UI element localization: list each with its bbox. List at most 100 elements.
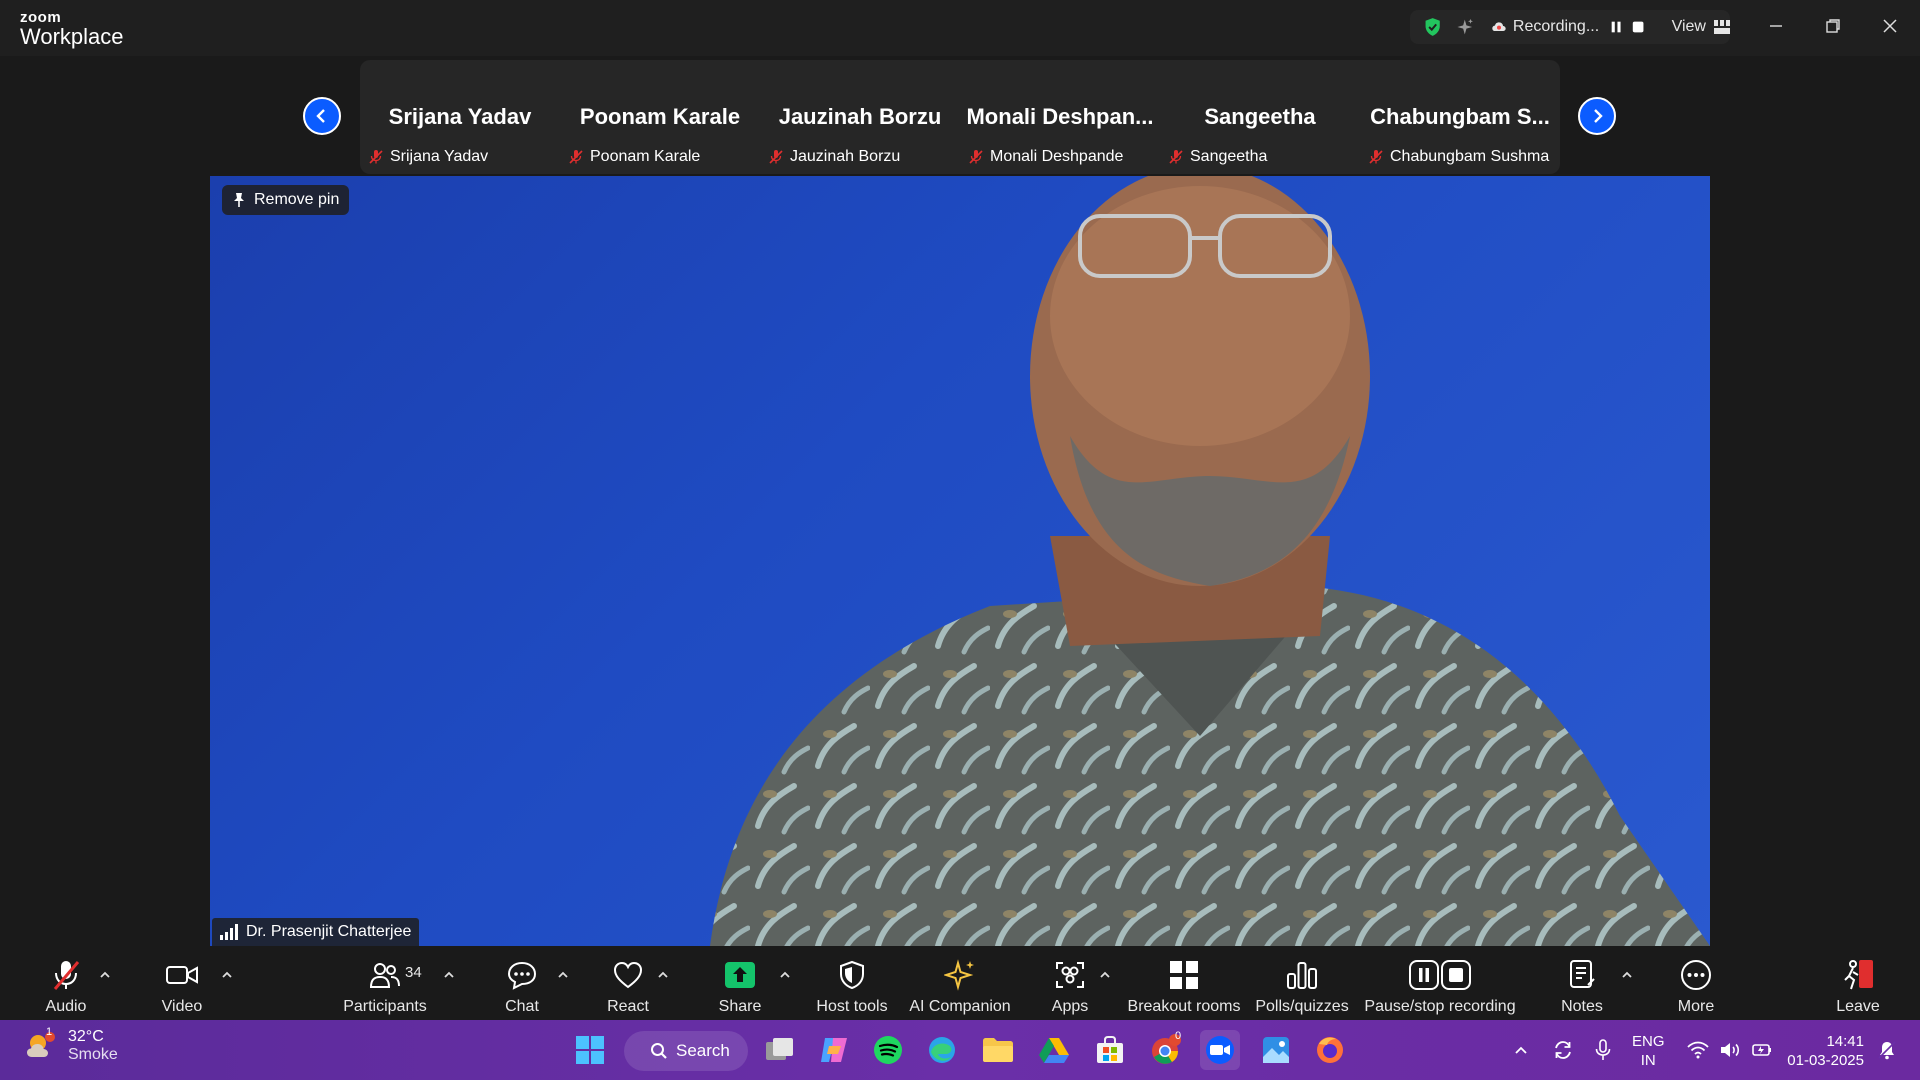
weather-alert-badge: 1 <box>45 1026 53 1038</box>
notification-center-button[interactable] <box>1870 1030 1904 1070</box>
participant-label: Chabungbam Sushma <box>1368 148 1549 166</box>
audio-options-caret-icon[interactable] <box>98 968 112 982</box>
show-hidden-icons-button[interactable] <box>1506 1030 1536 1070</box>
participants-label: Participants <box>343 998 427 1015</box>
taskbar-search[interactable]: Search <box>624 1031 748 1071</box>
task-view-button[interactable] <box>760 1030 800 1070</box>
signal-strength-icon <box>220 924 238 940</box>
file-explorer-app[interactable] <box>978 1030 1018 1070</box>
participant-tile[interactable]: Srijana Yadav Srijana Yadav <box>360 60 560 174</box>
pinned-video[interactable]: Remove pin Dr. Prasenjit Chatterjee <box>210 176 1710 946</box>
video-camera-icon <box>166 966 198 984</box>
notification-bell-icon <box>1878 1041 1896 1060</box>
share-button[interactable]: Share <box>710 946 770 1020</box>
start-button[interactable] <box>570 1030 610 1070</box>
participant-tile[interactable]: Sangeetha Sangeetha <box>1160 60 1360 174</box>
breakout-rooms-button[interactable]: Breakout rooms <box>1126 946 1242 1020</box>
notes-button[interactable]: Notes <box>1552 946 1612 1020</box>
spotify-app[interactable] <box>868 1030 908 1070</box>
chrome-app[interactable]: 0 <box>1146 1030 1186 1070</box>
microsoft-store-app[interactable] <box>1090 1030 1130 1070</box>
pin-icon <box>234 193 244 207</box>
sync-tray-button[interactable] <box>1546 1030 1580 1070</box>
host-tools-label: Host tools <box>816 998 888 1015</box>
zoom-meeting-window: zoom Workplace Recording... View Srijana… <box>0 0 1920 1020</box>
muted-mic-icon <box>569 150 583 164</box>
polls-quizzes-label: Polls/quizzes <box>1255 998 1349 1015</box>
pause-recording-icon[interactable] <box>1609 19 1623 35</box>
muted-mic-icon <box>769 150 783 164</box>
participant-tile[interactable]: Poonam Karale Poonam Karale <box>560 60 760 174</box>
host-tools-button[interactable]: Host tools <box>812 946 892 1020</box>
edge-browser-icon <box>929 1037 955 1063</box>
quick-settings-button[interactable] <box>1684 1030 1776 1070</box>
chat-options-caret-icon[interactable] <box>556 968 570 982</box>
search-label: Search <box>676 1041 730 1060</box>
participant-tile[interactable]: Monali Deshpan... Monali Deshpande <box>960 60 1160 174</box>
participant-label-text: Chabungbam Sushma <box>1390 148 1550 165</box>
ai-companion-label: AI Companion <box>909 998 1011 1015</box>
ai-companion-button[interactable]: AI Companion <box>909 946 1011 1020</box>
participant-gallery-strip: Srijana Yadav Srijana Yadav Poonam Karal… <box>360 60 1560 174</box>
speaker-name-tag: Dr. Prasenjit Chatterjee <box>212 918 420 946</box>
muted-mic-icon <box>369 150 383 164</box>
polls-quizzes-button[interactable]: Polls/quizzes <box>1255 946 1349 1020</box>
photos-app[interactable] <box>1256 1030 1296 1070</box>
google-drive-app[interactable] <box>1034 1030 1074 1070</box>
ai-sparkle-icon <box>944 959 974 991</box>
stop-recording-icon[interactable] <box>1631 19 1645 35</box>
muted-mic-icon <box>969 150 983 164</box>
zoom-app[interactable] <box>1200 1030 1240 1070</box>
leave-button[interactable]: Leave <box>1828 946 1888 1020</box>
react-label: React <box>607 998 649 1015</box>
input-language-indicator[interactable]: ENG IN <box>1632 1032 1665 1070</box>
brand-zoom: zoom <box>20 9 62 26</box>
react-options-caret-icon[interactable] <box>656 968 670 982</box>
pause-stop-recording-icon <box>1409 960 1471 990</box>
close-button[interactable] <box>1876 12 1904 40</box>
more-icon <box>1681 960 1711 990</box>
ai-sparkle-icon[interactable] <box>1455 16 1475 38</box>
bar-chart-icon <box>1287 962 1317 989</box>
participants-button[interactable]: Participants <box>340 946 430 1020</box>
edge-app[interactable] <box>922 1030 962 1070</box>
chat-button[interactable]: Chat <box>492 946 552 1020</box>
notes-options-caret-icon[interactable] <box>1620 968 1634 982</box>
system-clock[interactable]: 14:41 01-03-2025 <box>1784 1032 1864 1070</box>
video-button[interactable]: Video <box>152 946 212 1020</box>
next-page-button[interactable] <box>1578 97 1616 135</box>
microphone-tray-button[interactable] <box>1586 1030 1620 1070</box>
security-shield-icon[interactable] <box>1422 15 1443 39</box>
firefox-app[interactable] <box>1310 1030 1350 1070</box>
share-label: Share <box>718 998 762 1015</box>
restore-icon <box>1826 19 1840 33</box>
weather-widget[interactable]: 1 32°C Smoke <box>24 1026 118 1064</box>
react-button[interactable]: React <box>598 946 658 1020</box>
more-button[interactable]: More <box>1666 946 1726 1020</box>
participant-tile[interactable]: Chabungbam S... Chabungbam Sushma <box>1360 60 1560 174</box>
chat-label: Chat <box>505 998 539 1015</box>
video-options-caret-icon[interactable] <box>220 968 234 982</box>
chevron-left-icon <box>316 109 325 123</box>
muted-mic-icon <box>1369 150 1383 164</box>
previous-page-button[interactable] <box>303 97 341 135</box>
participants-options-caret-icon[interactable] <box>442 968 456 982</box>
apps-button[interactable]: Apps <box>1040 946 1100 1020</box>
minimize-button[interactable] <box>1762 12 1790 40</box>
copilot-app[interactable] <box>814 1030 854 1070</box>
apps-options-caret-icon[interactable] <box>1098 968 1112 982</box>
wifi-icon <box>1687 1041 1709 1059</box>
view-button[interactable]: View <box>1672 18 1730 36</box>
speaker-name: Dr. Prasenjit Chatterjee <box>246 923 412 940</box>
pause-stop-recording-button[interactable]: Pause/stop recording <box>1362 946 1518 1020</box>
remove-pin-label: Remove pin <box>254 191 340 208</box>
audio-button[interactable]: Audio <box>36 946 96 1020</box>
participant-display-name: Jauzinah Borzu <box>778 104 942 129</box>
participant-tile[interactable]: Jauzinah Borzu Jauzinah Borzu <box>760 60 960 174</box>
video-label: Video <box>161 998 203 1015</box>
restore-button[interactable] <box>1819 12 1847 40</box>
heart-icon <box>613 961 643 989</box>
remove-pin-button[interactable]: Remove pin <box>222 185 350 215</box>
minimize-icon <box>1770 25 1782 27</box>
share-options-caret-icon[interactable] <box>778 968 792 982</box>
